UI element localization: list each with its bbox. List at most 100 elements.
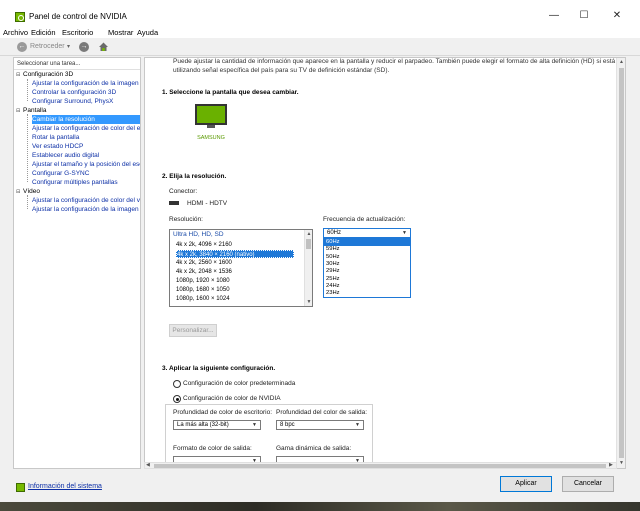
- forward-arrow-icon[interactable]: →: [79, 42, 89, 52]
- resolution-option[interactable]: 1080p, 1600 × 1024: [176, 295, 294, 303]
- minimize-icon[interactable]: —: [544, 10, 564, 24]
- radio-default-color-label: Configuración de color predeterminada: [183, 380, 296, 387]
- resolution-option[interactable]: 4k x 2k, 2560 × 1600: [176, 259, 294, 267]
- sidebar-item[interactable]: Ajustar la configuración de color del es…: [32, 124, 140, 133]
- maximize-icon[interactable]: ☐: [574, 10, 594, 24]
- cancel-button[interactable]: Cancelar: [562, 476, 614, 492]
- resolution-label: Resolución:: [169, 216, 203, 223]
- sidebar-item-label: Configurar G-SYNC: [32, 170, 90, 177]
- radio-default-color[interactable]: [173, 380, 181, 388]
- sidebar-item[interactable]: Cambiar la resolución: [32, 115, 140, 124]
- output-depth-label: Profundidad del color de salida:: [276, 409, 368, 416]
- sidebar-item[interactable]: Ajustar la configuración de color del ví…: [32, 196, 140, 205]
- scroll-down-icon[interactable]: ▼: [617, 459, 625, 468]
- sidebar-item[interactable]: Ver estado HDCP: [32, 142, 140, 151]
- sidebar-category[interactable]: ⊟ Vídeo: [16, 187, 140, 196]
- sidebar-item[interactable]: Configurar Surround, PhysX: [32, 97, 140, 106]
- sidebar-item-label: Ajustar la configuración de la imagen co…: [32, 80, 140, 87]
- apply-button[interactable]: Aplicar: [500, 476, 552, 492]
- sidebar-item[interactable]: Configurar múltiples pantallas: [32, 178, 140, 187]
- sidebar-item[interactable]: Ajustar el tamaño y la posición del escr…: [32, 160, 140, 169]
- menu-archivo[interactable]: Archivo: [3, 28, 28, 37]
- desktop-background: [0, 502, 640, 511]
- scroll-down-icon[interactable]: ▼: [305, 298, 312, 306]
- nvidia-app-icon: [15, 12, 25, 22]
- refresh-rate-option[interactable]: 59Hz: [324, 246, 410, 253]
- resolution-listbox[interactable]: Ultra HD, HD, SD 4k x 2k, 4096 × 2160 4k x…: [169, 229, 313, 307]
- sidebar-item-label: Rotar la pantalla: [32, 134, 80, 141]
- sidebar-item[interactable]: Rotar la pantalla: [32, 133, 140, 142]
- horizontal-scroll-thumb[interactable]: [154, 464, 606, 468]
- sidebar-item[interactable]: Ajustar la configuración de la imagen co…: [32, 79, 140, 88]
- menu-ayuda[interactable]: Ayuda: [137, 28, 158, 37]
- sidebar-category[interactable]: ⊟ Configuración 3D: [16, 70, 140, 79]
- sidebar-item[interactable]: Configurar G-SYNC: [32, 169, 140, 178]
- sidebar-category[interactable]: ⊟ Pantalla: [16, 106, 140, 115]
- intro-text: Puede ajustar la cantidad de información…: [173, 58, 616, 74]
- content-horizontal-scrollbar[interactable]: ◀ ▶: [144, 462, 617, 469]
- resolution-option[interactable]: 4k x 2k, 2048 × 1536: [176, 268, 294, 276]
- resolution-option[interactable]: 4k x 2k, 3840 × 2160 (nativo): [176, 250, 294, 258]
- home-icon[interactable]: [98, 41, 109, 52]
- system-info-link[interactable]: Información del sistema: [28, 483, 102, 490]
- sidebar-item-label: Ajustar la configuración de color del es…: [32, 125, 140, 132]
- sidebar-item[interactable]: Controlar la configuración 3D: [32, 88, 140, 97]
- output-format-label: Formato de color de salida:: [173, 445, 252, 452]
- step2-title: 2. Elija la resolución.: [162, 173, 227, 180]
- radio-nvidia-color[interactable]: [173, 395, 181, 403]
- menu-mostrar[interactable]: Mostrar: [108, 28, 133, 37]
- collapse-icon[interactable]: ⊟: [16, 188, 23, 196]
- back-history-chevron-icon[interactable]: ▾: [67, 43, 70, 50]
- refresh-rate-option[interactable]: 60Hz: [324, 239, 410, 247]
- refresh-rate-dropdown[interactable]: 60Hz 59Hz 50Hz 30Hz 29Hz 25Hz 24Hz 23Hz: [323, 238, 411, 298]
- radio-nvidia-color-label: Configuración de color de NVIDIA: [183, 395, 283, 402]
- refresh-rate-option[interactable]: 29Hz: [324, 268, 410, 275]
- desktop-depth-label: Profundidad de color de escritorio:: [173, 409, 273, 416]
- sidebar-item-label: Configurar Surround, PhysX: [32, 98, 114, 105]
- resolution-option[interactable]: 1080p, 1680 × 1050: [176, 286, 294, 294]
- tree-connector: [27, 79, 28, 101]
- step1-title: 1. Seleccione la pantalla que desea camb…: [162, 89, 299, 96]
- customize-button[interactable]: Personalizar...: [169, 324, 217, 337]
- resolution-scrollbar[interactable]: ▲ ▼: [304, 230, 312, 306]
- close-icon[interactable]: ✕: [607, 10, 627, 24]
- samsung-monitor-icon[interactable]: [195, 104, 227, 132]
- scroll-up-icon[interactable]: ▲: [617, 58, 625, 67]
- step3-title: 3. Aplicar la siguiente configuración.: [162, 365, 276, 372]
- sidebar-item-label: Ajustar el tamaño y la posición del escr…: [32, 161, 140, 168]
- sidebar-item[interactable]: Establecer audio digital: [32, 151, 140, 160]
- desktop-depth-select[interactable]: La más alta (32-bit) ▼: [173, 420, 261, 430]
- content-vertical-scrollbar[interactable]: ▲ ▼: [616, 58, 625, 468]
- scroll-right-icon[interactable]: ▶: [609, 462, 613, 468]
- refresh-rate-label: Frecuencia de actualización:: [323, 216, 406, 223]
- scroll-thumb[interactable]: [306, 239, 311, 249]
- scroll-up-icon[interactable]: ▲: [305, 230, 312, 238]
- refresh-rate-current: 60Hz: [327, 230, 342, 236]
- back-arrow-icon[interactable]: ←: [17, 42, 27, 52]
- sidebar-item-label: Ajustar la configuración de color del ví…: [32, 197, 140, 204]
- refresh-rate-select[interactable]: 60Hz ▼: [323, 228, 411, 238]
- refresh-rate-option[interactable]: 24Hz: [324, 283, 410, 290]
- tree-connector: [27, 195, 28, 209]
- collapse-icon[interactable]: ⊟: [16, 107, 23, 115]
- sidebar-item-label: Pantalla: [23, 107, 47, 114]
- back-button-label[interactable]: Retroceder: [30, 43, 65, 50]
- monitor-screen: [195, 104, 227, 125]
- scroll-thumb[interactable]: [619, 68, 624, 458]
- output-depth-select[interactable]: 8 bpc ▼: [276, 420, 364, 430]
- sidebar-item-label: Establecer audio digital: [32, 152, 100, 159]
- scroll-left-icon[interactable]: ◀: [146, 462, 150, 468]
- sidebar-item[interactable]: Ajustar la configuración de la imagen de…: [32, 205, 140, 214]
- collapse-icon[interactable]: ⊟: [16, 71, 23, 79]
- refresh-rate-option[interactable]: 25Hz: [324, 276, 410, 283]
- output-depth-value: 8 bpc: [280, 422, 295, 428]
- menu-escritorio[interactable]: Escritorio: [62, 28, 93, 37]
- resolution-option[interactable]: 4k x 2k, 4096 × 2160: [176, 241, 294, 249]
- refresh-rate-option[interactable]: 23Hz: [324, 290, 410, 297]
- monitor-label: SAMSUNG: [197, 135, 225, 141]
- menu-edicion[interactable]: Edición: [31, 28, 56, 37]
- resolution-option[interactable]: 1080p, 1920 × 1080: [176, 277, 294, 285]
- refresh-rate-option[interactable]: 30Hz: [324, 261, 410, 268]
- content-panel: Puede ajustar la cantidad de información…: [144, 57, 626, 469]
- refresh-rate-option[interactable]: 50Hz: [324, 254, 410, 261]
